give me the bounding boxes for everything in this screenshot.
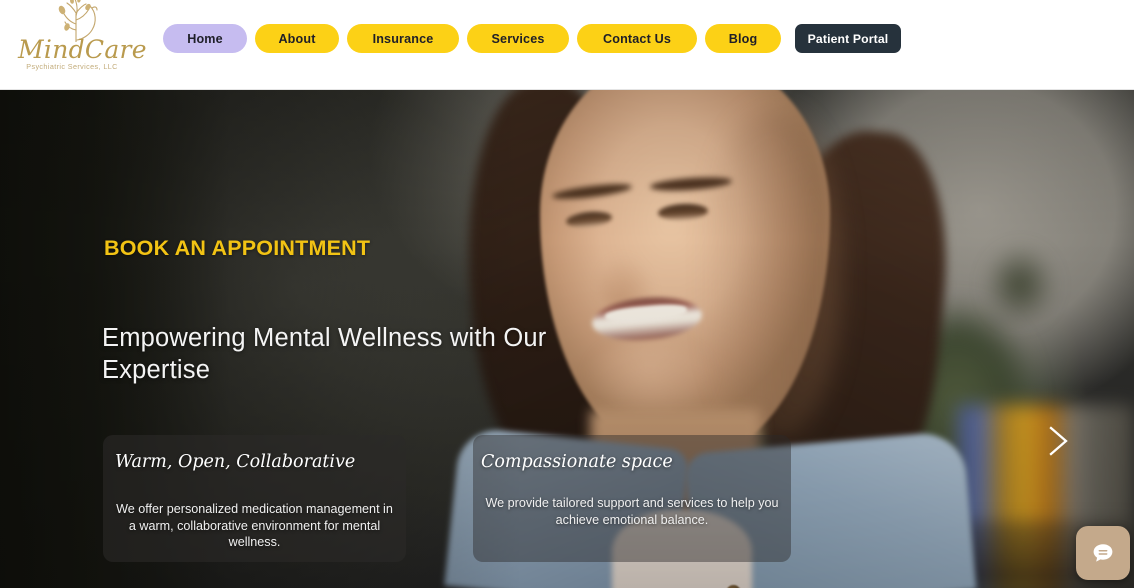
nav-item-services[interactable]: Services [467, 24, 569, 53]
hero-headline: Empowering Mental Wellness with Our Expe… [102, 324, 547, 384]
hero-eyebrow: BOOK AN APPOINTMENT [104, 236, 371, 260]
nav-item-contact-us[interactable]: Contact Us [577, 24, 697, 53]
nav-item-blog[interactable]: Blog [705, 24, 781, 53]
site-logo[interactable]: MindCare Psychiatric Services, LLC [18, 0, 147, 88]
feature-card: Warm, Open, Collaborative We offer perso… [103, 435, 406, 562]
chat-widget-button[interactable] [1076, 526, 1130, 580]
page-root: MindCare Psychiatric Services, LLC Home … [0, 0, 1134, 588]
feature-card-body: We offer personalized medication managem… [116, 502, 393, 549]
feature-card-title: Warm, Open, Collaborative [115, 452, 356, 472]
site-header: MindCare Psychiatric Services, LLC Home … [0, 0, 1134, 90]
feature-card-title: Compassionate space [481, 452, 673, 472]
nav-item-home[interactable]: Home [163, 24, 247, 53]
nav-item-insurance[interactable]: Insurance [347, 24, 459, 53]
hero-section: BOOK AN APPOINTMENT Empowering Mental We… [0, 90, 1134, 588]
logo-tagline: Psychiatric Services, LLC [26, 62, 118, 71]
chat-bubble-icon [1093, 544, 1113, 562]
feature-card-body: We provide tailored support and services… [485, 496, 779, 527]
logo-wordmark: MindCare [18, 35, 147, 64]
next-slide-button[interactable] [1038, 420, 1078, 462]
nav-item-about[interactable]: About [255, 24, 339, 53]
feature-card: Compassionate space We provide tailored … [473, 435, 791, 562]
nav-item-patient-portal[interactable]: Patient Portal [795, 24, 901, 53]
chevron-right-icon [1049, 426, 1068, 456]
